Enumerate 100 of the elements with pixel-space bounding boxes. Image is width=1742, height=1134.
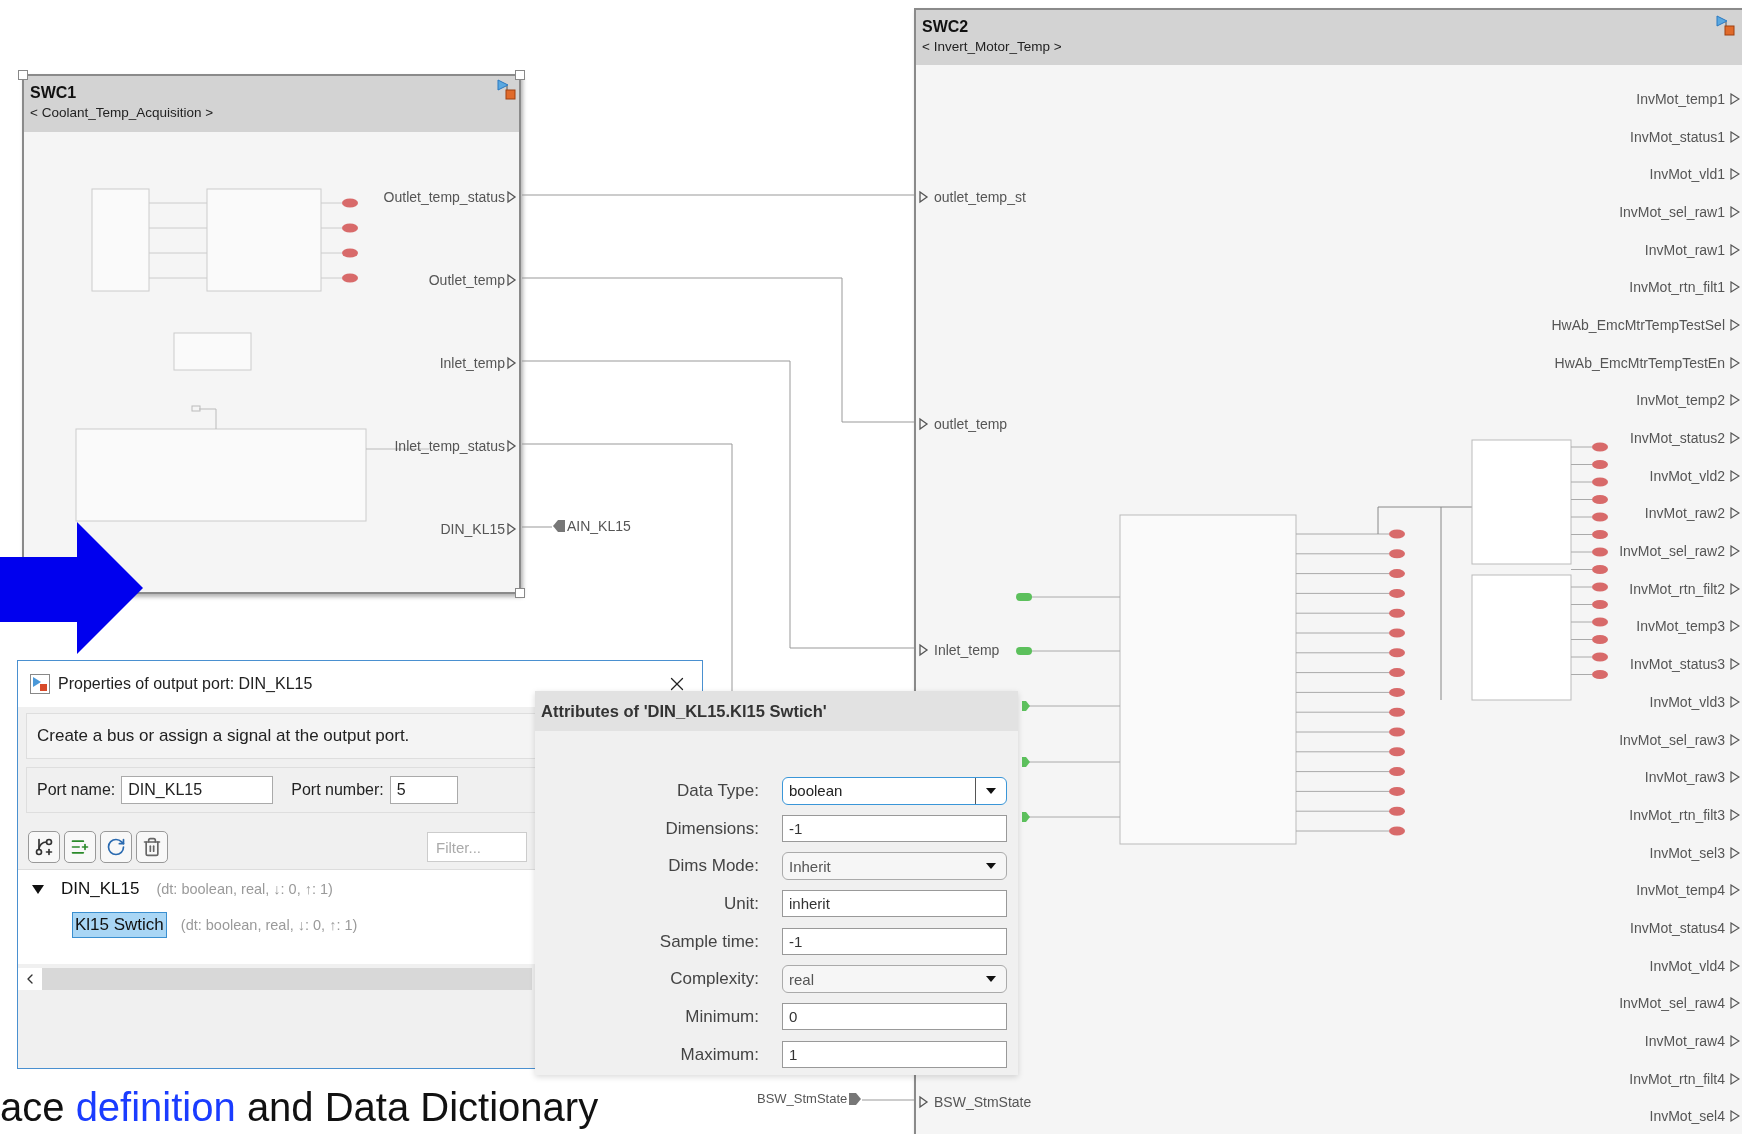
output-port-icon[interactable] xyxy=(1730,1034,1740,1049)
output-port-icon[interactable] xyxy=(1730,280,1740,295)
filter-field[interactable]: Filter... xyxy=(427,832,527,862)
output-port-icon[interactable] xyxy=(1730,619,1740,634)
list-plus-icon xyxy=(70,837,90,857)
field-label: Dims Mode: xyxy=(668,856,759,877)
port-label: InvMot_raw1 xyxy=(1644,241,1725,258)
output-port-icon[interactable] xyxy=(1730,920,1740,935)
text-field[interactable]: -1 xyxy=(782,928,1007,956)
output-port-icon[interactable] xyxy=(1730,807,1740,822)
caret-icon xyxy=(986,863,996,870)
port-label: InvMot_sel_raw2 xyxy=(1619,543,1725,560)
output-port-icon[interactable] xyxy=(1730,845,1740,860)
output-port-icon[interactable] xyxy=(1730,1071,1740,1086)
port-label: DIN_KL15 xyxy=(440,521,505,537)
port-label: InvMot_vld3 xyxy=(1649,693,1725,710)
output-port-icon[interactable] xyxy=(1730,958,1740,973)
port-label: InvMot_sel_raw4 xyxy=(1619,995,1725,1012)
output-port-icon[interactable] xyxy=(1730,996,1740,1011)
resize-handle[interactable] xyxy=(515,70,525,80)
expanded-triangle-icon[interactable] xyxy=(32,883,44,895)
output-port-icon[interactable] xyxy=(1730,506,1740,521)
tag-icon xyxy=(848,1091,863,1106)
tree-item[interactable]: DIN_KL15 xyxy=(58,876,143,902)
output-port-icon[interactable] xyxy=(1730,468,1740,483)
signal-line xyxy=(861,1099,915,1101)
port-label: Inlet_temp_status xyxy=(394,438,505,454)
text-field[interactable]: 1 xyxy=(782,1041,1007,1069)
port-label: InvMot_vld2 xyxy=(1649,467,1725,484)
text-field[interactable]: inherit xyxy=(782,890,1007,918)
port-label: outlet_temp_st xyxy=(934,189,1026,205)
port-label: InvMot_sel3 xyxy=(1649,844,1725,861)
triangle-square-icon xyxy=(1714,14,1736,36)
branch-plus-icon xyxy=(34,837,54,857)
caret-icon xyxy=(986,976,996,983)
definition-link[interactable]: definition xyxy=(75,1085,236,1129)
port-label: Outlet_temp xyxy=(428,272,505,288)
output-port-icon[interactable] xyxy=(1730,1109,1740,1124)
tree-item[interactable]: Kl15 Swtich xyxy=(72,912,167,938)
output-port-icon[interactable] xyxy=(1730,91,1740,106)
port-label: InvMot_rtn_filt4 xyxy=(1629,1070,1725,1087)
horizontal-scrollbar[interactable] xyxy=(18,968,532,990)
text-field[interactable]: 0 xyxy=(782,1003,1007,1031)
block-subtitle: < Invert_Motor_Temp > xyxy=(922,39,1062,54)
port-label: HwAb_EmcMtrTempTestEn xyxy=(1554,354,1725,371)
port-label: InvMot_temp4 xyxy=(1636,882,1725,899)
output-port-icon[interactable] xyxy=(1730,129,1740,144)
output-port-icon[interactable] xyxy=(1730,355,1740,370)
dropdown[interactable]: real xyxy=(782,965,1007,994)
port-label: InvMot_rtn_filt3 xyxy=(1629,806,1725,823)
dropdown[interactable]: Inherit xyxy=(782,852,1007,881)
output-port-icon[interactable] xyxy=(1730,393,1740,408)
triangle-square-icon xyxy=(30,674,50,694)
tag-icon xyxy=(552,519,566,533)
output-port-icon[interactable] xyxy=(1730,694,1740,709)
add-branch-button[interactable] xyxy=(28,831,60,863)
tree-item-info: (dt: boolean, real, ↓: 0, ↑: 1) xyxy=(156,881,333,897)
tag-label: BSW_StmState xyxy=(757,1091,848,1106)
output-port-icon[interactable] xyxy=(1730,317,1740,332)
port-number-field[interactable]: 5 xyxy=(389,776,458,804)
text-field[interactable]: -1 xyxy=(782,815,1007,843)
output-port-icon[interactable] xyxy=(1730,883,1740,898)
triangle-square-icon xyxy=(495,78,517,100)
dropdown[interactable]: boolean xyxy=(782,776,1007,805)
output-port-icon[interactable] xyxy=(1730,204,1740,219)
delete-button[interactable] xyxy=(136,831,168,863)
port-label: Inlet_temp xyxy=(439,355,505,371)
port-label: InvMot_status2 xyxy=(1630,430,1725,447)
refresh-icon xyxy=(106,837,126,857)
output-port-icon[interactable] xyxy=(1730,770,1740,785)
output-port-icon[interactable] xyxy=(1730,242,1740,257)
port-label: InvMot_rtn_filt2 xyxy=(1629,580,1725,597)
port-label: InvMot_raw4 xyxy=(1644,1033,1725,1050)
port-label: BSW_StmState xyxy=(934,1094,1032,1110)
dialog-title: Properties of output port: DIN_KL15 xyxy=(58,675,314,693)
output-port-icon[interactable] xyxy=(1730,544,1740,559)
resize-handle[interactable] xyxy=(18,70,28,80)
output-port-icon[interactable] xyxy=(1730,732,1740,747)
field-label: Maximum: xyxy=(680,1044,759,1065)
block-subtitle: < Coolant_Temp_Acquisition > xyxy=(30,105,214,120)
port-name-field[interactable]: DIN_KL15 xyxy=(121,776,274,804)
output-port-icon[interactable] xyxy=(1730,657,1740,672)
caret-icon xyxy=(986,787,996,794)
output-port-icon[interactable] xyxy=(1730,431,1740,446)
output-port-icon[interactable] xyxy=(1730,167,1740,182)
port-label: InvMot_temp1 xyxy=(1636,90,1725,107)
tag-label: AIN_KL15 xyxy=(567,518,631,534)
refresh-button[interactable] xyxy=(100,831,132,863)
field-label: Sample time: xyxy=(659,931,759,952)
output-port-icon[interactable] xyxy=(1730,581,1740,596)
add-list-button[interactable] xyxy=(64,831,96,863)
panel-title: Attributes of 'DIN_KL15.Kl15 Swtich' xyxy=(535,691,1018,731)
port-label: outlet_temp xyxy=(934,416,1008,432)
resize-handle[interactable] xyxy=(515,588,525,598)
field-label: Port number: xyxy=(291,781,384,799)
port-label: InvMot_status1 xyxy=(1630,128,1725,145)
port-label: InvMot_status4 xyxy=(1630,919,1725,936)
port-label: InvMot_raw2 xyxy=(1644,505,1725,522)
field-label: Port name: xyxy=(37,781,116,799)
port-label: InvMot_sel_raw1 xyxy=(1619,203,1725,220)
